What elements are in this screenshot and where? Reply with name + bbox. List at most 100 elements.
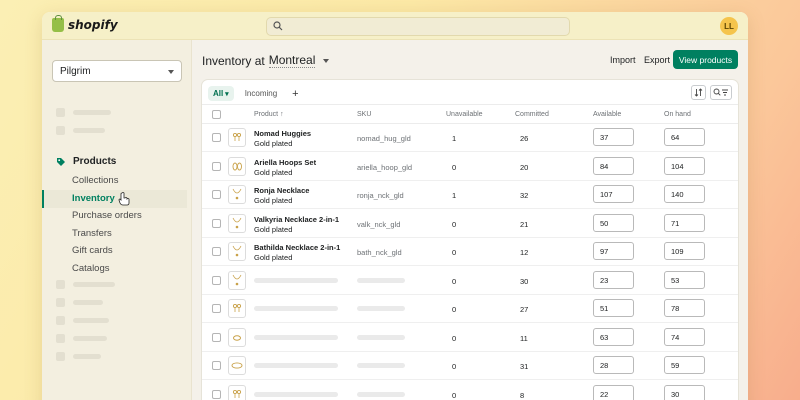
- row-checkbox[interactable]: [212, 332, 221, 342]
- available-input[interactable]: 23: [593, 270, 634, 289]
- loading-placeholder: [254, 334, 338, 340]
- product-name[interactable]: Ronja Necklace: [254, 186, 309, 195]
- row-checkbox[interactable]: [212, 304, 221, 313]
- row-checkbox[interactable]: [212, 190, 221, 199]
- sidebar-item-collections[interactable]: Collections: [72, 175, 118, 186]
- sidebar-item-transfers[interactable]: Transfers: [72, 228, 112, 239]
- available-input[interactable]: 51: [593, 299, 634, 317]
- avatar[interactable]: LL: [720, 17, 738, 35]
- product-name[interactable]: Valkyria Necklace 2-in-1: [254, 215, 339, 224]
- table-row[interactable]: 0 11 63 74: [202, 324, 738, 352]
- export-button[interactable]: Export: [644, 55, 670, 65]
- on-hand-input[interactable]: 140: [664, 185, 705, 203]
- available-input[interactable]: 63: [593, 327, 634, 346]
- page-title-prefix: Inventory at: [202, 53, 265, 68]
- table-row[interactable]: 0 30 23 53: [202, 267, 738, 295]
- sidebar-item-inventory[interactable]: Inventory: [72, 193, 115, 204]
- product-sku: ronja_nck_gld: [357, 191, 404, 200]
- on-hand-input[interactable]: 64: [664, 128, 705, 146]
- sidebar-item-placeholder[interactable]: [56, 280, 115, 289]
- column-product[interactable]: Product ↑: [254, 111, 284, 118]
- search-filter-button[interactable]: [710, 85, 732, 100]
- store-select[interactable]: Pilgrim: [52, 60, 182, 82]
- product-name[interactable]: Ariella Hoops Set: [254, 158, 316, 167]
- sidebar-item-placeholder[interactable]: [56, 298, 103, 307]
- table-row[interactable]: Ariella Hoops Set Gold plated ariella_hoop…: [202, 153, 738, 181]
- table-row[interactable]: 0 31 28 59: [202, 352, 738, 380]
- column-committed: Committed: [515, 111, 549, 118]
- store-name: Pilgrim: [60, 66, 91, 77]
- available-input[interactable]: 37: [593, 128, 634, 146]
- sidebar-item-placeholder[interactable]: [56, 126, 105, 135]
- add-view-button[interactable]: +: [288, 88, 302, 100]
- tab-all[interactable]: All: [208, 86, 234, 101]
- table-row[interactable]: 0 27 51 78: [202, 295, 738, 323]
- table-row[interactable]: Nomad Huggies Gold plated nomad_hug_gld 1 26…: [202, 124, 738, 152]
- product-name[interactable]: Bathilda Necklace 2-in-1: [254, 243, 340, 252]
- unavailable-count: 0: [452, 362, 457, 371]
- available-input[interactable]: 28: [593, 356, 634, 374]
- row-checkbox[interactable]: [212, 133, 221, 142]
- row-checkbox[interactable]: [212, 361, 221, 370]
- loading-placeholder: [254, 277, 338, 283]
- on-hand-input[interactable]: 74: [664, 327, 705, 346]
- chevron-down-icon[interactable]: [323, 58, 330, 63]
- column-on-hand: On hand: [664, 111, 691, 118]
- import-button[interactable]: Import: [610, 55, 636, 65]
- search-input[interactable]: [266, 17, 570, 36]
- product-variant: Gold plated: [254, 139, 293, 148]
- product-sku: nomad_hug_gld: [357, 134, 411, 143]
- on-hand-input[interactable]: 104: [664, 156, 705, 175]
- row-checkbox[interactable]: [212, 389, 221, 399]
- on-hand-input[interactable]: 78: [664, 299, 705, 317]
- available-input[interactable]: 50: [593, 213, 634, 232]
- row-checkbox[interactable]: [212, 161, 221, 171]
- unavailable-count: 0: [452, 276, 457, 286]
- table-row[interactable]: Ronja Necklace Gold plated ronja_nck_gld 1 3…: [202, 181, 738, 209]
- placeholder-bar: [73, 318, 109, 323]
- sidebar-item-placeholder[interactable]: [56, 352, 101, 361]
- inventory-card: All Incoming + Product ↑ SKU: [202, 80, 738, 400]
- sidebar-item-placeholder[interactable]: [56, 108, 111, 117]
- product-thumbnail: [228, 356, 246, 375]
- tab-incoming[interactable]: Incoming: [240, 86, 282, 101]
- table-row[interactable]: Valkyria Necklace 2-in-1 Gold plated valk_…: [202, 210, 738, 238]
- necklace-icon: [232, 245, 242, 257]
- table-row[interactable]: Bathilda Necklace 2-in-1 Gold plated bath_…: [202, 238, 738, 266]
- table-row[interactable]: 0 8 22 30: [202, 381, 738, 400]
- product-thumbnail: [228, 128, 246, 147]
- available-input[interactable]: 84: [593, 156, 634, 175]
- on-hand-input[interactable]: 71: [664, 213, 705, 232]
- location-selector[interactable]: Montreal: [268, 53, 316, 68]
- on-hand-input[interactable]: 109: [664, 242, 705, 260]
- row-checkbox[interactable]: [212, 247, 221, 256]
- sidebar-item-purchase-orders[interactable]: Purchase orders: [72, 210, 142, 221]
- filter-tabs: All Incoming +: [208, 86, 303, 101]
- unavailable-count: 1: [452, 134, 457, 143]
- shopify-logo[interactable]: shopify: [52, 15, 118, 32]
- row-checkbox[interactable]: [212, 275, 221, 285]
- analytics-icon: [56, 316, 65, 325]
- on-hand-input[interactable]: 53: [664, 270, 705, 289]
- on-hand-input[interactable]: 30: [664, 384, 705, 400]
- sidebar-item-placeholder[interactable]: [56, 316, 109, 325]
- unavailable-count: 0: [452, 219, 457, 229]
- product-name[interactable]: Nomad Huggies: [254, 129, 311, 138]
- sidebar-item-placeholder[interactable]: [56, 334, 107, 343]
- select-all-checkbox[interactable]: [212, 110, 221, 119]
- loading-placeholder: [357, 306, 405, 311]
- sidebar-item-products[interactable]: Products: [56, 156, 116, 167]
- committed-count: 30: [520, 276, 529, 286]
- available-input[interactable]: 107: [593, 185, 634, 203]
- view-products-button[interactable]: View products: [673, 50, 738, 69]
- sort-button[interactable]: [691, 85, 706, 100]
- sidebar-item-gift-cards[interactable]: Gift cards: [72, 245, 113, 256]
- available-input[interactable]: 97: [593, 242, 634, 260]
- on-hand-input[interactable]: 59: [664, 356, 705, 374]
- placeholder-bar: [73, 300, 103, 305]
- sidebar-item-catalogs[interactable]: Catalogs: [72, 263, 110, 274]
- table-header: Product ↑ SKU Unavailable Committed Avai…: [202, 104, 738, 124]
- row-checkbox[interactable]: [212, 218, 221, 228]
- available-input[interactable]: 22: [593, 384, 634, 400]
- marketing-icon: [56, 334, 65, 343]
